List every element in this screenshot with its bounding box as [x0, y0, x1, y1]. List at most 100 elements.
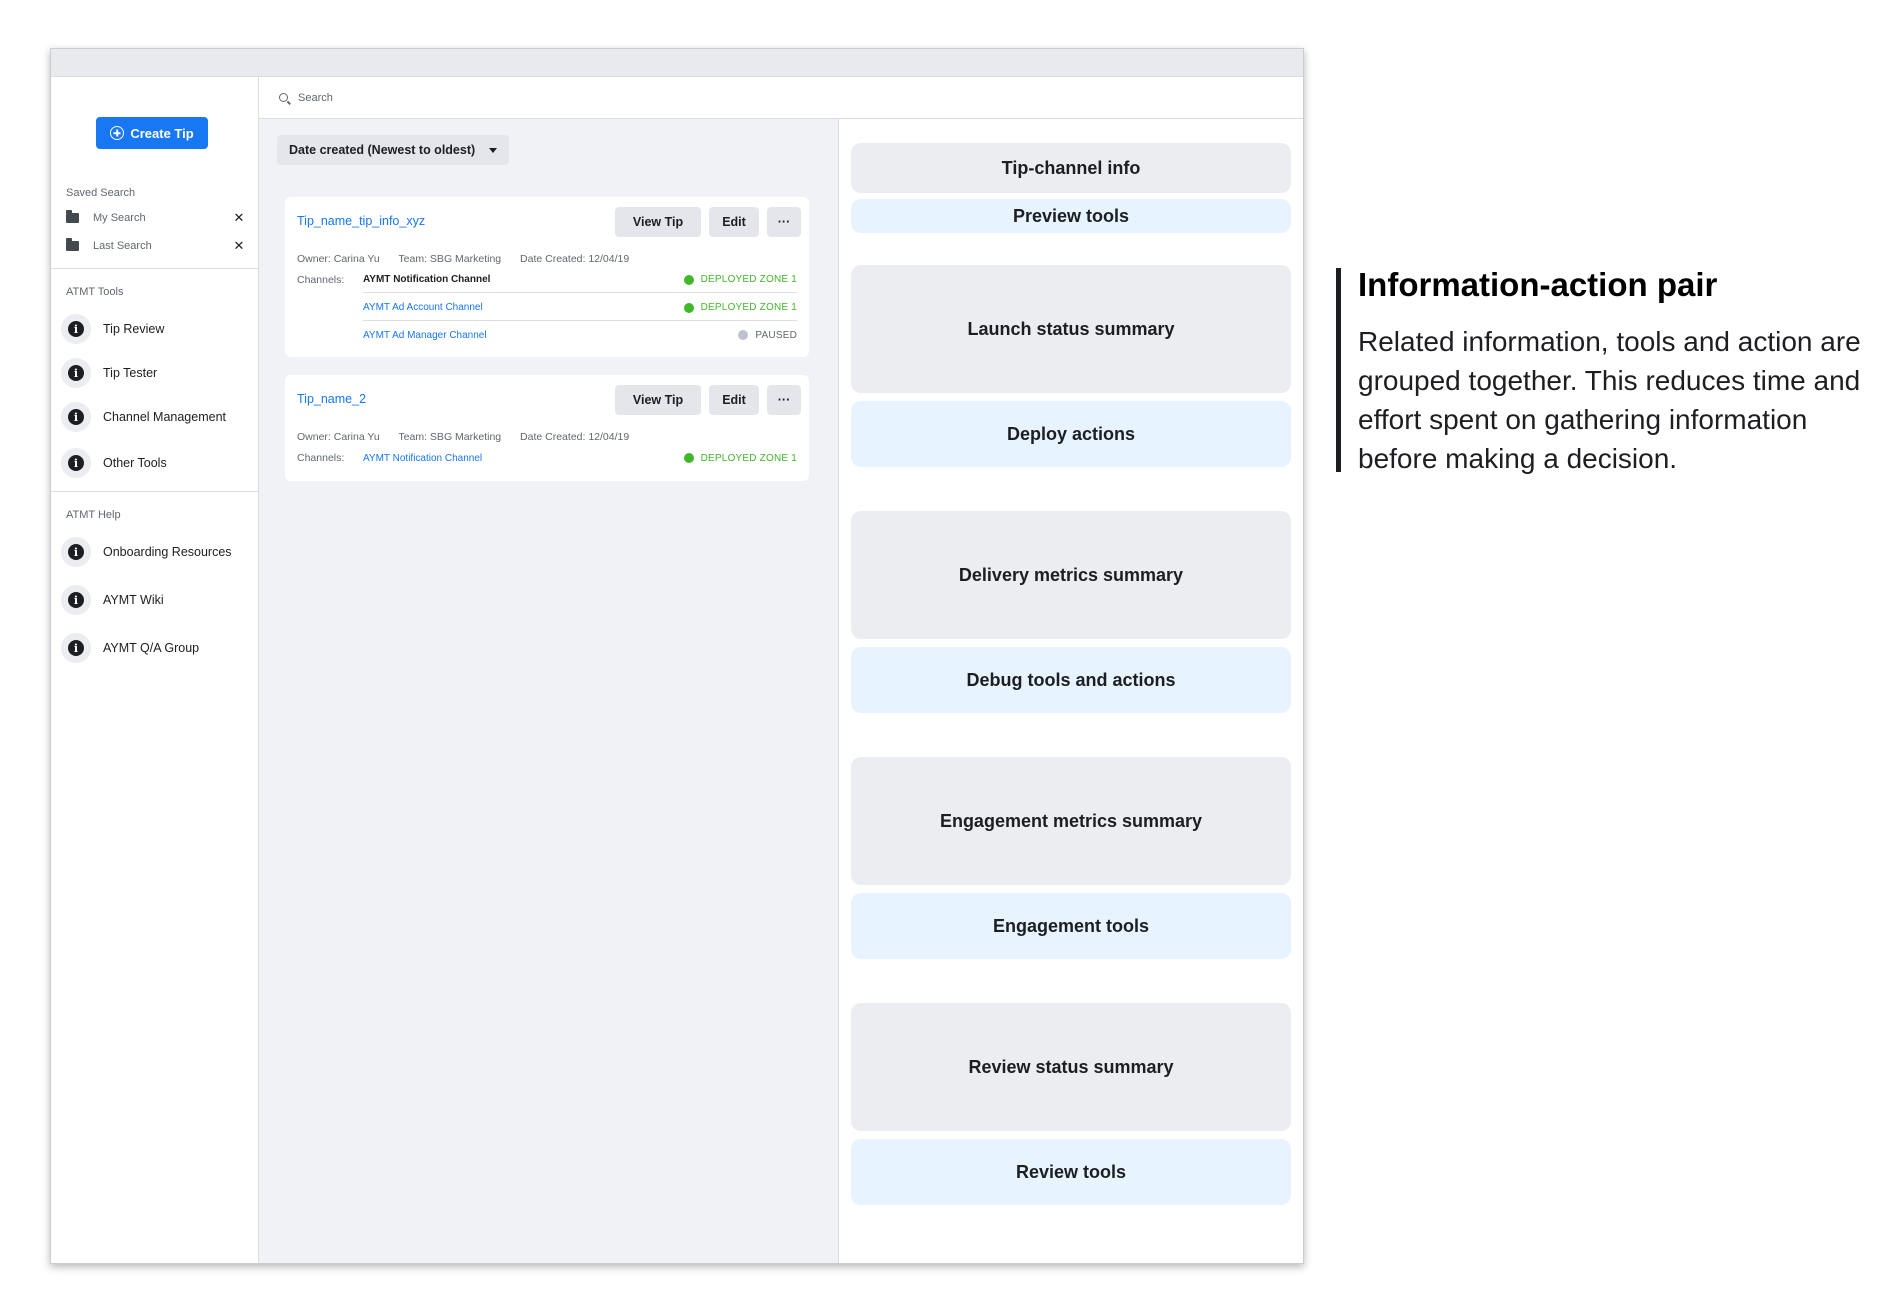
- info-glyph: i: [68, 640, 84, 656]
- search-icon: [279, 93, 288, 102]
- sidebar-item-aymt-qa-group[interactable]: i AYMT Q/A Group: [61, 633, 256, 663]
- channel-link[interactable]: AYMT Ad Account Channel: [363, 302, 483, 313]
- sidebar-item-label: Channel Management: [103, 410, 226, 424]
- launch-status-summary-block: Launch status summary: [851, 265, 1291, 393]
- tip-title-link[interactable]: Tip_name_tip_info_xyz: [297, 214, 425, 228]
- info-icon: i: [61, 633, 91, 663]
- status-dot-icon: [683, 274, 694, 285]
- saved-search-heading: Saved Search: [66, 187, 136, 199]
- channel-status: PAUSED: [738, 330, 797, 341]
- channel-status-label: DEPLOYED ZONE 1: [700, 452, 797, 464]
- tip-detail-panel: Tip-channel info Preview tools Launch st…: [839, 119, 1303, 1263]
- atmt-tools-heading: ATMT Tools: [66, 286, 124, 298]
- create-tip-button[interactable]: Create Tip: [96, 117, 208, 149]
- sidebar-divider: [51, 491, 259, 492]
- tip-owner: Owner: Carina Yu: [297, 253, 380, 265]
- window-titlebar: [51, 49, 1303, 77]
- sidebar-item-onboarding-resources[interactable]: i Onboarding Resources: [61, 537, 256, 567]
- sidebar-item-label: AYMT Wiki: [103, 593, 164, 607]
- tip-owner: Owner: Carina Yu: [297, 431, 380, 443]
- close-icon[interactable]: ✕: [232, 238, 246, 254]
- saved-search-label: My Search: [93, 212, 146, 224]
- tip-meta: Owner: Carina Yu Team: SBG Marketing Dat…: [297, 253, 645, 265]
- tip-list-area: Date created (Newest to oldest) Tip_name…: [259, 119, 839, 1263]
- annotation-bar: [1336, 268, 1341, 472]
- saved-search-item[interactable]: My Search ✕: [66, 208, 246, 228]
- sidebar-item-other-tools[interactable]: i Other Tools: [61, 448, 256, 478]
- sidebar-item-label: Other Tools: [103, 456, 167, 470]
- sort-dropdown-label: Date created (Newest to oldest): [289, 143, 476, 157]
- edit-button[interactable]: Edit: [709, 207, 759, 237]
- channel-link[interactable]: AYMT Ad Manager Channel: [363, 330, 487, 341]
- info-glyph: i: [68, 455, 84, 471]
- engagement-tools-block[interactable]: Engagement tools: [851, 893, 1291, 959]
- view-tip-button[interactable]: View Tip: [615, 207, 701, 237]
- debug-tools-block[interactable]: Debug tools and actions: [851, 647, 1291, 713]
- more-options-button[interactable]: ···: [767, 207, 801, 237]
- saved-search-item[interactable]: Last Search ✕: [66, 236, 246, 256]
- sidebar-item-label: AYMT Q/A Group: [103, 641, 200, 655]
- view-tip-button[interactable]: View Tip: [615, 385, 701, 415]
- info-icon: i: [61, 537, 91, 567]
- channels-label: Channels:: [297, 274, 345, 286]
- create-tip-label: Create Tip: [130, 125, 194, 141]
- info-icon: i: [61, 585, 91, 615]
- tip-card: Tip_name_tip_info_xyz View Tip Edit ··· …: [285, 197, 809, 357]
- tip-channel-info-block: Tip-channel info: [851, 143, 1291, 193]
- tip-meta: Owner: Carina Yu Team: SBG Marketing Dat…: [297, 431, 645, 443]
- channel-row: AYMT Ad Account Channel DEPLOYED ZONE 1: [363, 295, 797, 321]
- sidebar-item-tip-tester[interactable]: i Tip Tester: [61, 358, 256, 388]
- tip-date: Date Created: 12/04/19: [520, 431, 630, 443]
- channel-status: DEPLOYED ZONE 1: [683, 274, 797, 285]
- sidebar-item-label: Tip Tester: [103, 366, 158, 380]
- info-icon: i: [61, 448, 91, 478]
- sidebar-divider: [51, 268, 259, 269]
- tip-card: Tip_name_2 View Tip Edit ··· Owner: Cari…: [285, 375, 809, 481]
- sidebar-item-tip-review[interactable]: i Tip Review: [61, 314, 256, 344]
- info-icon: i: [61, 402, 91, 432]
- folder-icon: [66, 238, 79, 251]
- review-status-summary-block: Review status summary: [851, 1003, 1291, 1131]
- more-options-button[interactable]: ···: [767, 385, 801, 415]
- delivery-metrics-summary-block: Delivery metrics summary: [851, 511, 1291, 639]
- info-icon: i: [61, 314, 91, 344]
- deploy-actions-block[interactable]: Deploy actions: [851, 401, 1291, 467]
- status-dot-icon: [683, 302, 694, 313]
- review-tools-block[interactable]: Review tools: [851, 1139, 1291, 1205]
- info-glyph: i: [68, 544, 84, 560]
- preview-tools-block[interactable]: Preview tools: [851, 199, 1291, 233]
- channel-status-label: DEPLOYED ZONE 1: [700, 274, 797, 285]
- annotation-title: Information-action pair: [1358, 266, 1718, 303]
- sidebar-item-label: Onboarding Resources: [103, 545, 232, 559]
- caret-down-icon: [489, 147, 498, 153]
- channel-row: AYMT Notification Channel DEPLOYED ZONE …: [363, 267, 797, 293]
- channel-status-label: DEPLOYED ZONE 1: [700, 302, 797, 313]
- sidebar-item-aymt-wiki[interactable]: i AYMT Wiki: [61, 585, 256, 615]
- info-glyph: i: [68, 321, 84, 337]
- canvas: Create Tip Saved Search My Search ✕ Last…: [0, 0, 1892, 1302]
- channel-row: AYMT Ad Manager Channel PAUSED: [363, 322, 797, 348]
- plus-circle-icon: [110, 126, 125, 140]
- status-dot-icon: [683, 453, 694, 463]
- channel-link[interactable]: AYMT Notification Channel: [363, 453, 482, 464]
- info-glyph: i: [68, 365, 84, 381]
- search-bar: [259, 77, 1303, 119]
- engagement-metrics-summary-block: Engagement metrics summary: [851, 757, 1291, 885]
- info-glyph: i: [68, 592, 84, 608]
- info-glyph: i: [68, 409, 84, 425]
- sidebar: Create Tip Saved Search My Search ✕ Last…: [51, 77, 259, 1263]
- close-icon[interactable]: ✕: [232, 210, 246, 226]
- tip-team: Team: SBG Marketing: [398, 253, 502, 265]
- tip-team: Team: SBG Marketing: [398, 431, 502, 443]
- sidebar-item-label: Tip Review: [103, 322, 165, 336]
- channels-label: Channels:: [297, 452, 345, 464]
- sort-dropdown[interactable]: Date created (Newest to oldest): [277, 135, 510, 165]
- atmt-help-heading: ATMT Help: [66, 509, 121, 521]
- status-dot-icon: [738, 330, 749, 340]
- edit-button[interactable]: Edit: [709, 385, 759, 415]
- tip-title-link[interactable]: Tip_name_2: [297, 392, 366, 406]
- channel-name: AYMT Notification Channel: [363, 274, 491, 285]
- sidebar-item-channel-management[interactable]: i Channel Management: [61, 402, 256, 432]
- channel-status: DEPLOYED ZONE 1: [683, 302, 797, 313]
- search-input[interactable]: [298, 91, 598, 104]
